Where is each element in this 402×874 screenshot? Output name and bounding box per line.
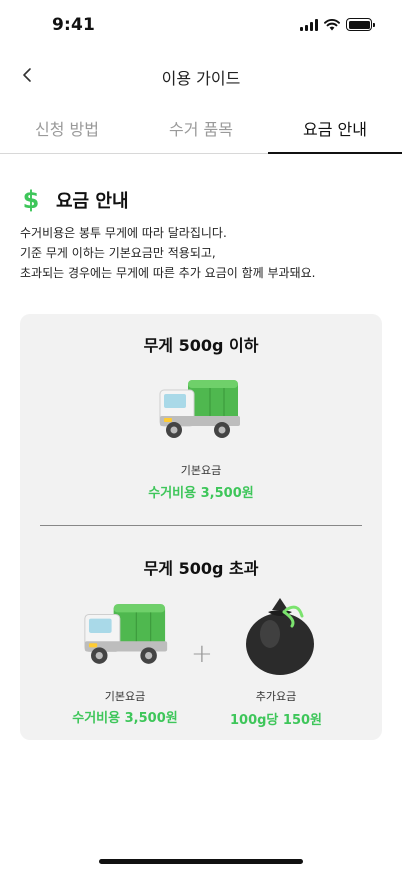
tab-collection-items[interactable]: 수거 품목: [134, 104, 268, 153]
base-fee-value: 수거비용 3,500원: [148, 486, 254, 501]
status-icons: [300, 18, 375, 31]
dollar-icon: $: [22, 186, 40, 214]
garbage-truck-icon: [159, 380, 240, 438]
description-line: 기준 무게 이하는 기본요금만 적용되고,: [20, 246, 216, 260]
base-fee-label: 기본요금: [104, 690, 146, 703]
cellular-signal-icon: [300, 18, 318, 31]
tab-bar: 신청 방법 수거 품목 요금 안내: [0, 104, 402, 154]
status-time: 9:41: [52, 15, 96, 35]
section-title: 요금 안내: [56, 191, 129, 212]
extra-fee-value: 100g당 150원: [229, 713, 323, 728]
tab-fee-guide[interactable]: 요금 안내: [268, 104, 402, 154]
over-weight-heading: 무게 500g 초과: [143, 559, 259, 578]
extra-fee-label: 추가요금: [255, 690, 297, 703]
fee-card: 무게 500g 이하 기본요금 수거비용 3,500원 무게 500g 초과 +: [20, 314, 382, 740]
battery-icon: [346, 18, 375, 31]
garbage-truck-icon: [84, 604, 168, 664]
description-line: 수거비용은 봉투 무게에 따라 달라집니다.: [20, 226, 227, 240]
page-title: 이용 가이드: [161, 69, 241, 88]
section-header: $ 요금 안내: [20, 186, 129, 214]
base-fee-label: 기본요금: [180, 464, 222, 477]
under-weight-heading: 무게 500g 이하: [143, 336, 259, 355]
description-line: 초과되는 경우에는 무게에 따른 추가 요금이 함께 부과돼요.: [20, 266, 316, 280]
status-bar: 9:41: [0, 0, 402, 50]
section-description: 수거비용은 봉투 무게에 따라 달라집니다. 기준 무게 이하는 기본요금만 적…: [20, 223, 390, 283]
plus-icon: +: [191, 639, 213, 669]
garbage-bag-icon: [246, 598, 314, 675]
home-indicator: [99, 859, 303, 864]
base-fee-value: 수거비용 3,500원: [72, 711, 178, 726]
nav-bar: 이용 가이드: [0, 50, 402, 100]
wifi-icon: [324, 18, 340, 30]
tab-application-method[interactable]: 신청 방법: [0, 104, 134, 153]
divider: [40, 525, 362, 526]
